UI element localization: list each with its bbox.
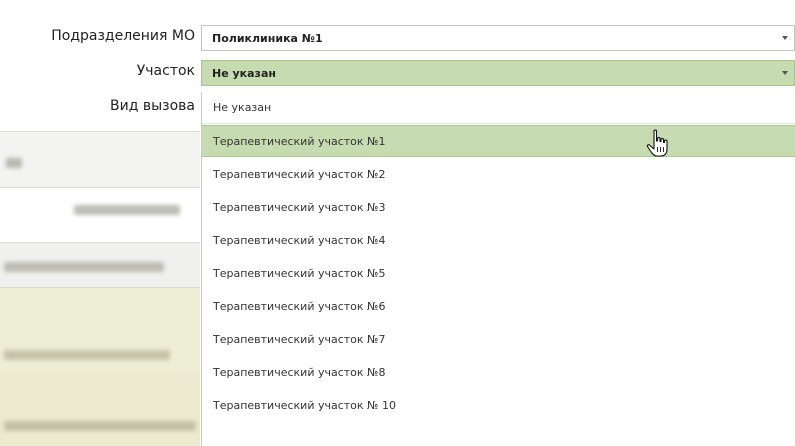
dropdown-option[interactable]: Терапевтический участок №7 xyxy=(202,323,795,355)
dropdown-option[interactable]: Не указан xyxy=(202,92,795,124)
subdivision-combobox[interactable]: Поликлиника №1 xyxy=(201,25,795,51)
divider xyxy=(0,131,200,132)
divider xyxy=(0,287,200,288)
dropdown-option[interactable]: Терапевтический участок №5 xyxy=(202,257,795,289)
chevron-down-icon[interactable] xyxy=(782,36,788,40)
call-type-label: Вид вызова xyxy=(110,98,195,114)
dropdown-option[interactable]: Терапевтический участок №6 xyxy=(202,290,795,322)
dropdown-option[interactable]: Терапевтический участок №3 xyxy=(202,191,795,223)
dropdown-option[interactable]: Терапевтический участок №4 xyxy=(202,224,795,256)
subdivision-label: Подразделения МО xyxy=(51,28,195,44)
divider xyxy=(0,242,200,243)
subdivision-value: Поликлиника №1 xyxy=(212,31,323,45)
blurred-text xyxy=(4,350,170,360)
district-value: Не указан xyxy=(212,66,276,80)
blurred-text xyxy=(4,262,164,272)
hand-pointer-icon xyxy=(646,129,668,157)
divider xyxy=(0,187,200,188)
dropdown-option[interactable]: Терапевтический участок № 10 xyxy=(202,389,795,421)
blurred-text xyxy=(6,158,22,168)
background-section xyxy=(0,371,200,446)
district-combobox[interactable]: Не указан xyxy=(201,60,795,86)
blurred-text xyxy=(74,205,180,215)
dropdown-option[interactable]: Терапевтический участок №2 xyxy=(202,158,795,190)
blurred-text xyxy=(4,421,196,431)
background-section xyxy=(0,131,200,187)
dropdown-option[interactable]: Терапевтический участок №1 xyxy=(202,125,795,157)
district-label: Участок xyxy=(136,63,195,79)
district-dropdown-list: Не указан Терапевтический участок №1 Тер… xyxy=(201,92,795,446)
chevron-down-icon[interactable] xyxy=(782,71,788,75)
dropdown-option[interactable]: Терапевтический участок №8 xyxy=(202,356,795,388)
